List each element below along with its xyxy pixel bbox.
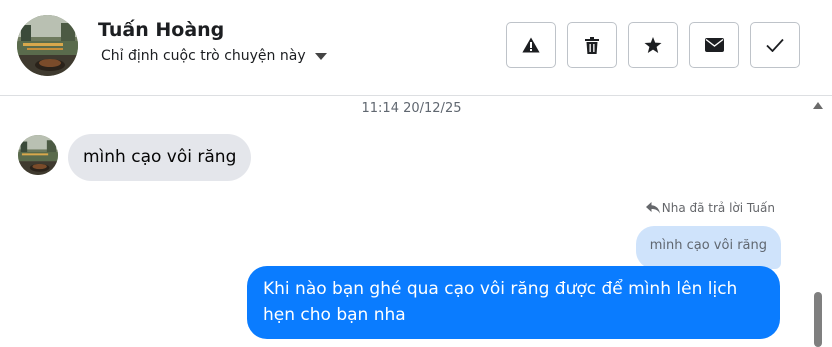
chevron-down-icon [314,52,327,60]
outgoing-message[interactable]: Khi nào bạn ghé qua cạo vôi răng được để… [247,266,780,339]
thread-scrollbar[interactable] [806,96,832,347]
quoted-message[interactable]: mình cạo vôi răng [635,226,781,269]
report-button[interactable] [506,22,556,68]
assign-label: Chỉ định cuộc trò chuyện này [101,48,306,64]
conversation-header: Tuấn Hoàng Chỉ định cuộc trò chuyện này [0,0,832,96]
mark-unread-button[interactable] [689,22,739,68]
header-actions [506,22,800,68]
message-timestamp: 11:14 20/12/25 [361,101,462,116]
incoming-message[interactable]: mình cạo vôi răng [68,134,252,181]
delete-button[interactable] [567,22,617,68]
check-icon [766,38,784,52]
reply-label-text: Nha đã trả lời Tuấn [661,201,775,215]
contact-name: Tuấn Hoàng [98,19,225,41]
star-button[interactable] [628,22,678,68]
assign-conversation-dropdown[interactable]: Chỉ định cuộc trò chuyện này [101,48,327,64]
reply-indicator: Nha đã trả lời Tuấn [645,201,775,215]
message-thread: 11:14 20/12/25 mình cạo vôi răng Nha đã … [0,96,832,347]
scrollbar-thumb[interactable] [814,292,822,347]
reply-icon [645,202,660,214]
scroll-up-arrow-icon[interactable] [813,102,823,109]
trash-icon [585,36,599,54]
mark-done-button[interactable] [750,22,800,68]
envelope-icon [704,38,724,52]
star-icon [644,36,662,53]
sender-avatar[interactable] [18,135,58,175]
contact-avatar[interactable] [17,15,78,76]
warning-icon [522,37,540,53]
